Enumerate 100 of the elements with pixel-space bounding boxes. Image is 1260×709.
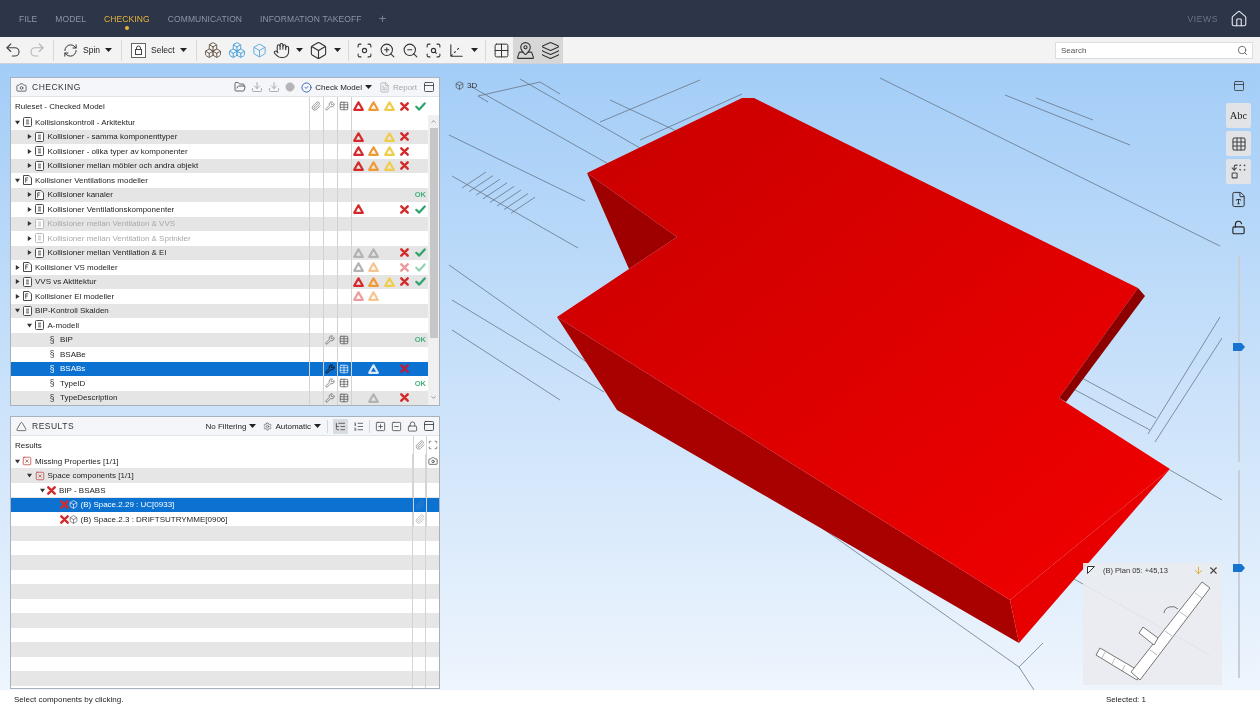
expand-arrow-icon[interactable] [27, 148, 32, 154]
expand-arrow-icon[interactable] [27, 473, 32, 479]
expand-arrow-icon[interactable] [14, 279, 20, 285]
error-box-icon [22, 456, 32, 467]
expand-arrow-icon[interactable] [14, 119, 20, 125]
tree-row[interactable]: BIP - BSABS [11, 483, 439, 498]
selection-count: Selected: 1 [1105, 695, 1146, 704]
map-button[interactable] [512, 37, 538, 63]
lock-open-icon [1231, 220, 1246, 235]
expand-arrow-icon[interactable] [27, 206, 32, 212]
expand-arrow-icon[interactable] [27, 322, 32, 328]
warning-triangle-icon [383, 101, 395, 111]
section-symbol: § [49, 393, 55, 402]
caret-icon[interactable] [295, 48, 303, 52]
rule-label: Kollisioner Ventilations modeller [35, 175, 148, 185]
wrench-icon[interactable] [325, 363, 335, 374]
search-field[interactable]: Search [1055, 41, 1253, 59]
rule-page-icon [22, 175, 32, 186]
expand-arrow-icon[interactable] [27, 163, 32, 169]
filter-dropdown[interactable]: No Filtering [204, 418, 258, 434]
search-icon[interactable] [1237, 44, 1248, 56]
tree-list-icon [335, 420, 346, 432]
menu-tab[interactable]: MODEL [46, 0, 96, 37]
paperclip-icon [415, 440, 425, 450]
expand-arrow-icon[interactable] [27, 250, 32, 256]
caret-icon[interactable] [333, 48, 341, 52]
menu-tab[interactable]: FILE [10, 0, 47, 37]
swap-tool-button[interactable] [1226, 159, 1251, 184]
expand-arrow-icon[interactable] [39, 487, 45, 493]
rule-label: Kollisioner Ventilationskomponenter [47, 204, 175, 214]
folder-open-icon[interactable] [234, 81, 247, 93]
paperclip-icon[interactable] [415, 499, 425, 510]
text-tool-button[interactable]: Abc [1226, 103, 1251, 128]
tree-row[interactable]: Missing Properties [1/1] [11, 454, 439, 469]
rule-document-icon [22, 276, 32, 287]
menu-tab[interactable]: INFORMATION TAKEOFF [251, 0, 371, 37]
zoom-fit-icon[interactable] [355, 41, 373, 59]
panel-title: RESULTS [32, 421, 75, 431]
tree-row[interactable]: (B) Space.2.3 : DRIFTSUTRYMME[0906] [11, 512, 439, 527]
numbered-list-icon[interactable] [353, 420, 364, 432]
close-icon[interactable] [1208, 564, 1219, 576]
scrollbar[interactable] [428, 115, 439, 405]
section-symbol: § [49, 335, 55, 344]
maximize-icon[interactable] [423, 81, 435, 93]
select-button[interactable]: Select [129, 39, 189, 61]
mode-dropdown[interactable]: Automatic [262, 418, 322, 434]
tree-row[interactable]: Space components [1/1] [11, 468, 439, 483]
table-icon[interactable] [339, 334, 349, 345]
map-pin-icon [515, 40, 535, 60]
column-header: Results [15, 440, 42, 450]
result-label: (B) Space.2.3 : DRIFTSUTRYMME[0906] [80, 514, 228, 524]
gear-icon [263, 421, 273, 431]
rule-label: TypeID [60, 378, 86, 388]
view-label: 3D [467, 81, 478, 90]
slider-thumb[interactable] [1232, 342, 1245, 351]
zoom-out-icon[interactable] [401, 41, 419, 59]
lock-icon[interactable] [407, 420, 418, 432]
caret-icon[interactable] [470, 48, 478, 52]
rule-document-icon [35, 146, 44, 157]
menu-tab[interactable]: COMMUNICATION [158, 0, 252, 37]
rule-label: Kollisioner mellan Ventilation & Sprinkler [47, 233, 191, 243]
scrollbar-thumb[interactable] [429, 128, 438, 338]
undo-icon[interactable] [4, 41, 22, 59]
expand-arrow-icon[interactable] [14, 293, 20, 299]
menu-tab[interactable]: CHECKING [95, 0, 159, 37]
check-icon [414, 101, 426, 111]
expand-arrow-icon[interactable] [27, 192, 32, 198]
camera-icon[interactable] [428, 456, 438, 467]
rule-document-icon [35, 247, 44, 258]
layers-button[interactable] [537, 37, 563, 63]
expand-all-icon[interactable] [375, 420, 386, 432]
hand-icon[interactable] [272, 41, 290, 59]
table-icon[interactable] [339, 378, 349, 389]
maximize-icon[interactable] [423, 420, 435, 432]
grid-tool-button[interactable] [1226, 131, 1251, 156]
paperclip-icon[interactable] [415, 514, 425, 525]
tree-view-button[interactable] [333, 418, 348, 434]
check-model-button[interactable]: Check Model [300, 79, 373, 95]
rule-label: BIP-Kontroll Skalden [35, 306, 109, 316]
corner-icon[interactable] [1087, 566, 1095, 574]
expand-arrow-icon[interactable] [27, 134, 32, 140]
table-icon[interactable] [339, 392, 349, 403]
expand-arrow-icon[interactable] [14, 177, 20, 183]
expand-arrow-icon[interactable] [14, 458, 20, 464]
axis-icon[interactable] [447, 41, 465, 59]
rule-document-icon [35, 131, 44, 142]
grid-plane-icon[interactable] [492, 41, 510, 59]
slider-thumb[interactable] [1232, 563, 1245, 572]
cubes-icon[interactable] [203, 41, 222, 59]
cube-icon[interactable] [308, 40, 328, 60]
collapse-all-icon[interactable] [391, 420, 402, 432]
tree-row[interactable]: (B) Space.2.29 : UC[0933] [11, 497, 439, 512]
expand-arrow-icon[interactable] [14, 308, 20, 314]
cross-icon [47, 485, 56, 495]
house-icon[interactable] [1230, 9, 1248, 28]
expand-arrow-icon[interactable] [14, 264, 20, 270]
zoom-window-icon[interactable] [424, 41, 442, 59]
zoom-in-icon[interactable] [378, 41, 396, 59]
spin-button[interactable]: Spin [61, 39, 114, 61]
maximize-icon[interactable] [1232, 80, 1245, 92]
